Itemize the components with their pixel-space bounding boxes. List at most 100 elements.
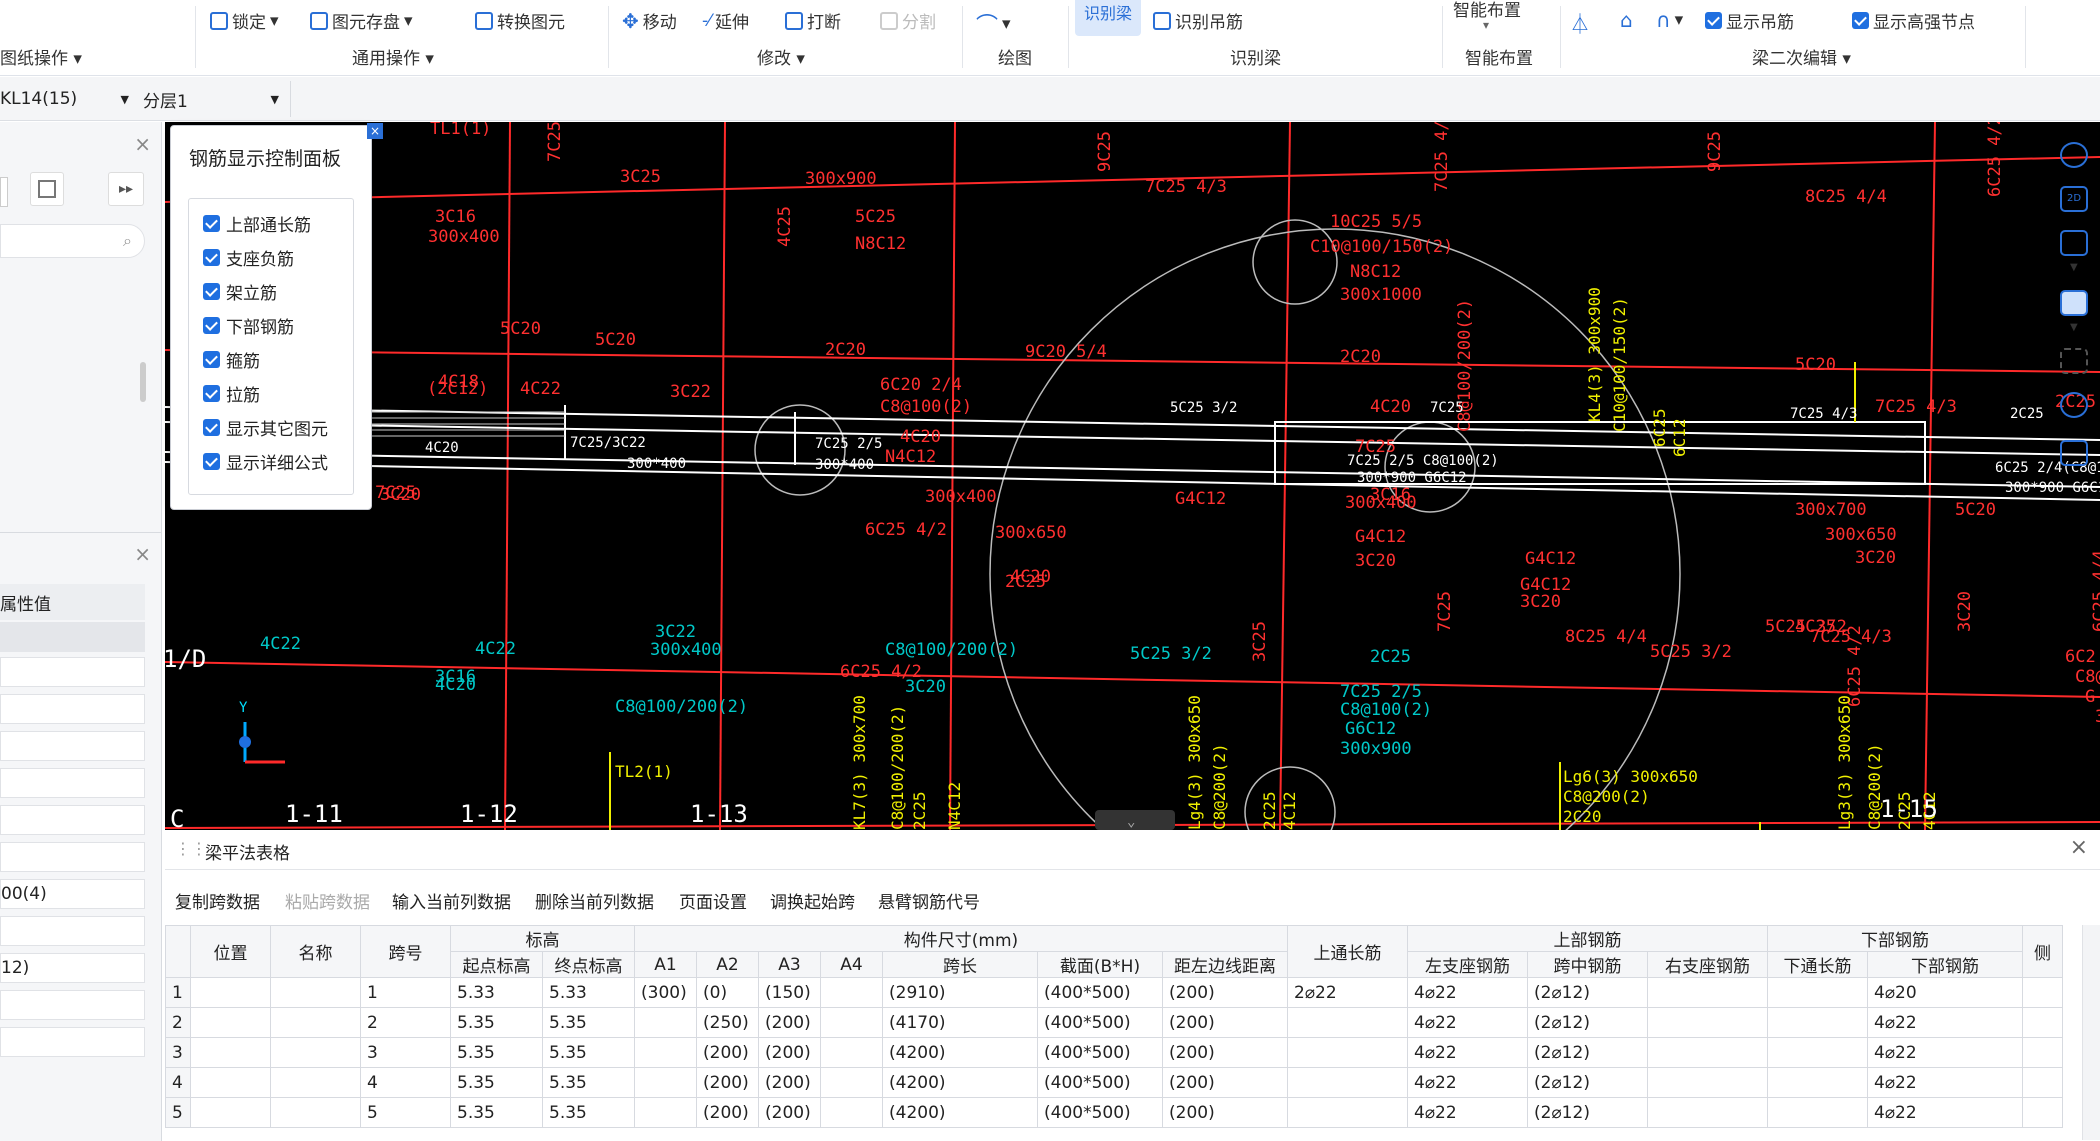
group-modify[interactable]: 修改 ▾ (757, 44, 805, 69)
property-value-field[interactable]: 12) (0, 953, 145, 983)
table-cell-bt[interactable] (1767, 1097, 1868, 1128)
option-erection-rebar[interactable]: 架立筋 (203, 279, 277, 304)
table-row[interactable]: 2 2 5.35 5.35 (250) (200) (4170) (400*500) (200)… (165, 1007, 2063, 1038)
table-cell-dist[interactable]: (200) (1162, 977, 1288, 1008)
save-element-button[interactable]: 图元存盘 ▾ (310, 8, 413, 33)
table-cell-sec[interactable]: (400*500) (1037, 1037, 1163, 1068)
table-cell-mid[interactable]: (2⌀12) (1527, 1097, 1648, 1128)
table-cell-s[interactable]: 5.33 (450, 977, 543, 1008)
delete-column-data-button[interactable]: 删除当前列数据 (535, 888, 654, 913)
table-cell-len[interactable]: (4200) (882, 1037, 1038, 1068)
close-icon[interactable]: × (2070, 835, 2088, 860)
table-cell-mid[interactable]: (2⌀12) (1527, 977, 1648, 1008)
3d-view-icon[interactable] (2060, 392, 2088, 418)
copy-span-data-button[interactable]: 复制跨数据 (175, 888, 260, 913)
table-cell-name[interactable] (270, 1037, 361, 1068)
table-cell-a4[interactable] (820, 1067, 883, 1098)
property-value-field[interactable] (0, 916, 145, 946)
table-cell-a4[interactable] (820, 977, 883, 1008)
table-cell-bt[interactable] (1767, 1037, 1868, 1068)
solid-cube-icon[interactable] (2060, 290, 2088, 316)
table-cell-left[interactable]: 4⌀22 (1407, 1007, 1528, 1038)
property-value-field[interactable] (0, 842, 145, 872)
paste-span-data-button[interactable]: 粘贴跨数据 (285, 888, 370, 913)
table-cell-bot[interactable]: 4⌀22 (1867, 1067, 2023, 1098)
dropdown-icon[interactable]: ▼ (2070, 322, 2078, 333)
table-cell-side[interactable] (2022, 977, 2063, 1008)
table-cell-top[interactable] (1287, 1037, 1408, 1068)
table-cell-sec[interactable]: (400*500) (1037, 1097, 1163, 1128)
component-select[interactable]: KL14(15) ▼ (0, 85, 135, 113)
input-column-data-button[interactable]: 输入当前列数据 (392, 888, 511, 913)
table-cell-right[interactable] (1647, 1037, 1768, 1068)
grid-view-button[interactable] (30, 172, 64, 206)
table-cell-side[interactable] (2022, 1067, 2063, 1098)
table-cell-pos[interactable] (190, 1037, 271, 1068)
table-cell-bot[interactable]: 4⌀22 (1867, 1037, 2023, 1068)
orbit-icon[interactable] (2060, 142, 2088, 168)
smart-layout-chevron-icon[interactable]: ▾ (1483, 18, 1489, 32)
fullscreen-icon[interactable] (2060, 348, 2088, 374)
layer-select[interactable]: 分层1 ▼ (143, 85, 285, 113)
scrollbar[interactable] (140, 362, 146, 402)
table-cell-top[interactable] (1287, 1067, 1408, 1098)
filter-icon-button[interactable]: ⏃ (1570, 8, 1590, 37)
table-cell-a3[interactable]: (200) (758, 1037, 821, 1068)
identify-hanger-button[interactable]: 识别吊筋 (1153, 8, 1243, 33)
table-cell-e[interactable]: 5.35 (542, 1067, 635, 1098)
table-cell-s[interactable]: 5.35 (450, 1097, 543, 1128)
table-cell-a2[interactable]: (0) (696, 977, 759, 1008)
extend-button[interactable]: -⁄ 延伸 (702, 8, 749, 34)
table-cell-name[interactable] (270, 1097, 361, 1128)
table-cell-len[interactable]: (2910) (882, 977, 1038, 1008)
option-show-detailed-formula[interactable]: 显示详细公式 (203, 449, 328, 474)
table-cell-dist[interactable]: (200) (1162, 1097, 1288, 1128)
table-cell-len[interactable]: (4170) (882, 1007, 1038, 1038)
table-cell-bot[interactable]: 4⌀22 (1867, 1097, 2023, 1128)
table-cell-bt[interactable] (1767, 977, 1868, 1008)
table-cell-top[interactable]: 2⌀22 (1287, 977, 1408, 1008)
table-cell-bt[interactable] (1767, 1067, 1868, 1098)
table-cell-len[interactable]: (4200) (882, 1067, 1038, 1098)
table-cell-e[interactable]: 5.33 (542, 977, 635, 1008)
table-cell-top[interactable] (1287, 1097, 1408, 1128)
table-cell-a1[interactable] (634, 1067, 697, 1098)
table-cell-e[interactable]: 5.35 (542, 1037, 635, 1068)
table-cell-right[interactable] (1647, 1097, 1768, 1128)
table-cell-a1[interactable]: (300) (634, 977, 697, 1008)
hook-tool-button[interactable]: ∩ ▾ (1656, 8, 1683, 32)
property-value-field[interactable] (0, 731, 145, 761)
table-cell-span[interactable]: 5 (360, 1097, 451, 1128)
table-cell-pos[interactable] (190, 977, 271, 1008)
table-cell-a3[interactable]: (150) (758, 977, 821, 1008)
table-cell-left[interactable]: 4⌀22 (1407, 1067, 1528, 1098)
cad-svg[interactable]: TL1(1) 7C25 3C25 300x900 9C25 7C25 4/3 7C25 4/… (165, 122, 2100, 830)
table-cell-left[interactable]: 4⌀22 (1407, 977, 1528, 1008)
dropdown-icon[interactable]: ▼ (2070, 262, 2078, 273)
table-cell-a3[interactable]: (200) (758, 1067, 821, 1098)
table-cell-dist[interactable]: (200) (1162, 1067, 1288, 1098)
table-cell-span[interactable]: 1 (360, 977, 451, 1008)
lock-button[interactable]: 锁定 ▾ (210, 8, 279, 33)
property-value-field[interactable] (0, 657, 145, 687)
property-value-field[interactable] (0, 990, 145, 1020)
table-cell-span[interactable]: 2 (360, 1007, 451, 1038)
search-input[interactable]: ⌕ (0, 224, 145, 258)
table-cell-top[interactable] (1287, 1007, 1408, 1038)
drag-handle-icon[interactable]: ⋮⋮ (175, 839, 207, 858)
table-cell-e[interactable]: 5.35 (542, 1097, 635, 1128)
cad-drawing-canvas[interactable]: TL1(1) 7C25 3C25 300x900 9C25 7C25 4/3 7C25 4/… (165, 122, 2100, 830)
hanger-tool-button[interactable]: ⌂ (1620, 8, 1633, 32)
group-common-ops[interactable]: 通用操作 ▾ (352, 44, 434, 69)
close-icon[interactable]: × (134, 542, 151, 566)
table-cell-mid[interactable]: (2⌀12) (1527, 1037, 1648, 1068)
table-cell-a1[interactable] (634, 1007, 697, 1038)
property-value-field[interactable] (0, 1027, 145, 1057)
cube-icon[interactable] (2060, 230, 2088, 256)
table-cell-sec[interactable]: (400*500) (1037, 1007, 1163, 1038)
show-high-strength-node-checkbox[interactable]: 显示高强节点 (1852, 8, 1975, 33)
page-setup-button[interactable]: 页面设置 (679, 888, 747, 913)
group-beam-secondary-edit[interactable]: 梁二次编辑 ▾ (1752, 44, 1851, 69)
table-cell-a1[interactable] (634, 1097, 697, 1128)
split-button[interactable]: 分割 (880, 8, 936, 33)
